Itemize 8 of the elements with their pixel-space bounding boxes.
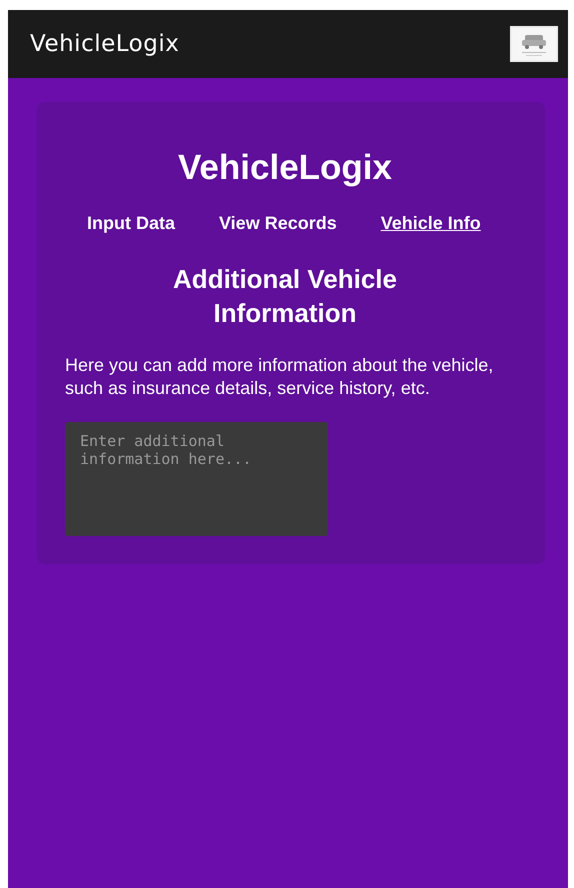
- nav-link[interactable]: Vehicle Info: [380, 213, 481, 233]
- section-heading: Additional Vehicle Information: [172, 263, 398, 330]
- card-title: VehicleLogix: [177, 148, 393, 188]
- nav-link[interactable]: Input Data: [87, 213, 175, 233]
- notes-field[interactable]: Enter additional information here...: [65, 422, 328, 536]
- description-text: Here you can add more information about the vehicle, such as insurance details, service history, etc.: [65, 354, 494, 400]
- app-title: VehicleLogix: [30, 31, 180, 57]
- nav-link[interactable]: View Records: [219, 213, 337, 233]
